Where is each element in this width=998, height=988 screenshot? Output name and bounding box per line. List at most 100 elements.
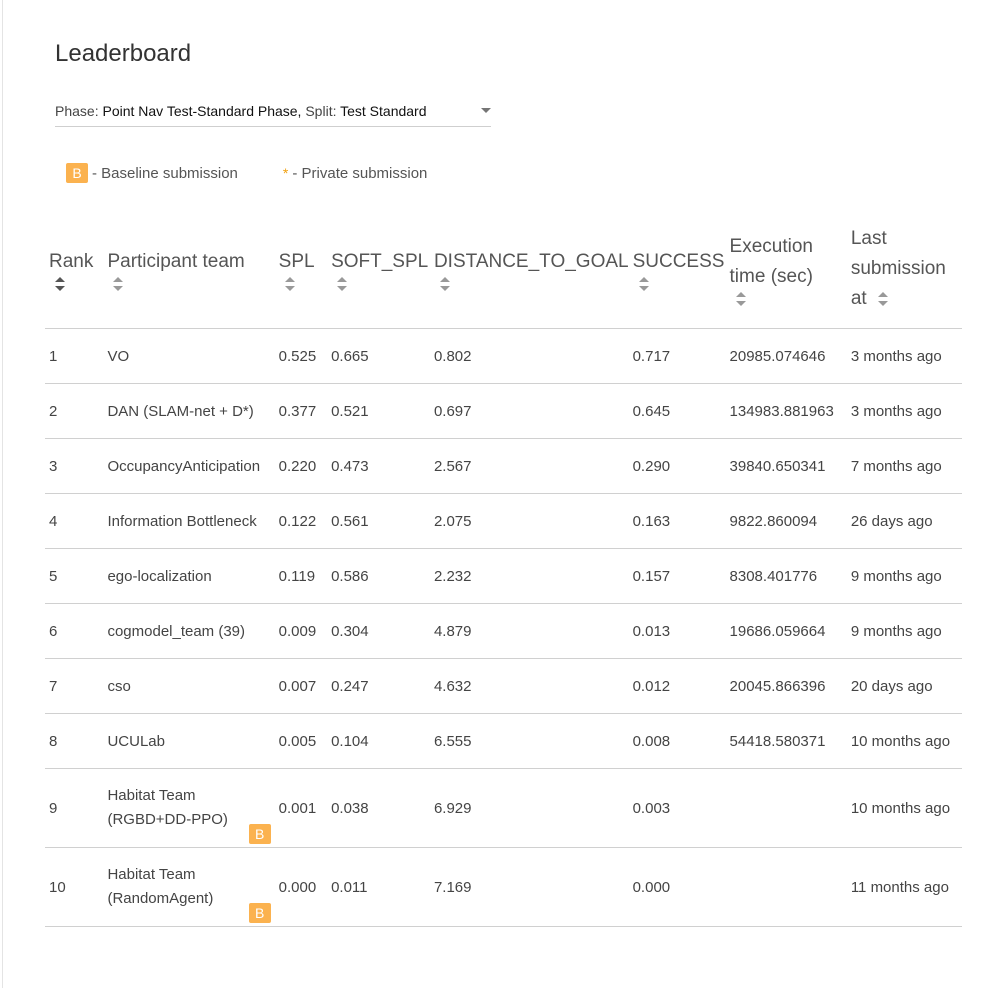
table-row: 6 cogmodel_team (39) 0.009 0.304 4.879 0…	[45, 603, 962, 659]
exec-time-cell: 8308.401776	[725, 548, 847, 604]
spl-cell: 0.007	[274, 658, 328, 714]
rank-cell: 5	[45, 548, 104, 604]
team-cell: Habitat Team (RGBD+DD-PPO) B	[103, 768, 275, 848]
rank-cell: 7	[45, 658, 104, 714]
baseline-legend-text: - Baseline submission	[92, 164, 238, 182]
exec-header-line2: time (sec)	[729, 266, 813, 287]
phase-split-select[interactable]: Phase: Point Nav Test-Standard Phase, Sp…	[55, 98, 491, 127]
success-cell: 0.013	[628, 603, 726, 659]
baseline-badge-icon: B	[248, 824, 271, 844]
baseline-badge-icon: B	[66, 163, 88, 183]
distance-cell: 2.567	[429, 438, 629, 494]
baseline-badge-icon: B	[248, 903, 271, 923]
spl-cell: 0.009	[274, 603, 328, 659]
team-name-line2: (RandomAgent)	[107, 890, 214, 907]
distance-header-label: DISTANCE_TO_GOAL	[433, 251, 629, 272]
table-row: 1 VO 0.525 0.665 0.802 0.717 20985.07464…	[45, 328, 962, 384]
page-frame: Leaderboard Phase: Point Nav Test-Standa…	[2, 0, 997, 988]
exec-time-cell: 19686.059664	[725, 603, 847, 659]
spl-cell: 0.377	[274, 383, 328, 439]
column-header-team[interactable]: Participant team	[103, 210, 275, 329]
exec-time-cell	[725, 768, 847, 848]
submission-legend: B - Baseline submission * - Private subm…	[66, 163, 427, 183]
column-header-soft-spl[interactable]: SOFT_SPL	[327, 210, 430, 329]
spl-cell: 0.119	[274, 548, 328, 604]
last-submission-cell: 11 months ago	[846, 847, 962, 927]
column-header-success[interactable]: SUCCESS	[628, 210, 726, 329]
rank-cell: 10	[45, 847, 104, 927]
rank-cell: 3	[45, 438, 104, 494]
soft-spl-cell: 0.038	[327, 768, 430, 848]
sort-icon-spl[interactable]	[284, 277, 295, 291]
sort-icon-rank[interactable]	[55, 277, 65, 291]
spl-cell: 0.001	[274, 768, 328, 848]
soft-spl-cell: 0.247	[327, 658, 430, 714]
distance-cell: 0.697	[429, 383, 629, 439]
last-submission-cell: 9 months ago	[846, 548, 962, 604]
success-cell: 0.717	[628, 328, 726, 384]
last-submission-cell: 3 months ago	[846, 383, 962, 439]
success-cell: 0.163	[628, 493, 726, 549]
team-cell: cogmodel_team (39)	[103, 603, 275, 659]
team-cell: VO	[103, 328, 275, 384]
success-cell: 0.012	[628, 658, 726, 714]
team-cell: ego-localization	[103, 548, 275, 604]
distance-cell: 4.632	[429, 658, 629, 714]
distance-cell: 4.879	[429, 603, 629, 659]
sort-icon-soft-spl[interactable]	[337, 277, 348, 291]
soft-spl-cell: 0.665	[327, 328, 430, 384]
spl-cell: 0.220	[274, 438, 328, 494]
team-cell: Habitat Team (RandomAgent) B	[103, 847, 275, 927]
team-cell: cso	[103, 658, 275, 714]
exec-header-line1: Execution	[729, 236, 813, 257]
leaderboard-table: Rank Participant team SPL SOFT_SPL DISTA…	[45, 210, 962, 927]
success-cell: 0.000	[628, 847, 726, 927]
team-name-line1: Habitat Team	[107, 866, 196, 883]
split-value: Test Standard	[340, 103, 427, 119]
soft-spl-cell: 0.586	[327, 548, 430, 604]
exec-time-cell: 54418.580371	[725, 713, 847, 769]
rank-header-label: Rank	[49, 251, 94, 272]
column-header-spl[interactable]: SPL	[274, 210, 328, 329]
column-header-exec-time[interactable]: Execution time (sec)	[725, 210, 847, 329]
team-cell-content: Habitat Team (RGBD+DD-PPO) B	[107, 784, 274, 844]
page-title: Leaderboard	[55, 40, 192, 67]
team-cell: OccupancyAnticipation	[103, 438, 275, 494]
table-row: 5 ego-localization 0.119 0.586 2.232 0.1…	[45, 548, 962, 604]
column-header-distance[interactable]: DISTANCE_TO_GOAL	[429, 210, 629, 329]
last-submission-cell: 3 months ago	[846, 328, 962, 384]
table-header-row: Rank Participant team SPL SOFT_SPL DISTA…	[45, 210, 962, 329]
table-row: 9 Habitat Team (RGBD+DD-PPO) B 0.001 0.0…	[45, 768, 962, 848]
phase-label: Phase:	[55, 103, 99, 119]
last-submission-cell: 9 months ago	[846, 603, 962, 659]
private-star-icon: *	[282, 165, 289, 181]
exec-time-cell: 39840.650341	[725, 438, 847, 494]
spl-cell: 0.122	[274, 493, 328, 549]
team-header-label: Participant team	[107, 251, 245, 272]
sort-icon-exec-time[interactable]	[735, 292, 746, 306]
team-cell: Information Bottleneck	[103, 493, 275, 549]
distance-cell: 6.929	[429, 768, 629, 848]
spl-cell: 0.005	[274, 713, 328, 769]
rank-cell: 6	[45, 603, 104, 659]
table-row: 3 OccupancyAnticipation 0.220 0.473 2.56…	[45, 438, 962, 494]
sort-icon-last-submission[interactable]	[877, 291, 888, 306]
soft-spl-cell: 0.304	[327, 603, 430, 659]
distance-cell: 7.169	[429, 847, 629, 927]
exec-time-cell: 20985.074646	[725, 328, 847, 384]
last-header-line1: Last	[850, 228, 887, 249]
column-header-rank[interactable]: Rank	[45, 210, 104, 329]
column-header-last-submission[interactable]: Last submission at	[846, 210, 962, 329]
soft-spl-header-label: SOFT_SPL	[331, 251, 429, 272]
sort-icon-team[interactable]	[113, 277, 124, 291]
sort-icon-distance[interactable]	[439, 277, 450, 291]
sort-icon-success[interactable]	[638, 277, 649, 291]
last-header-line2: submission	[850, 258, 946, 279]
spl-cell: 0.525	[274, 328, 328, 384]
table-row: 2 DAN (SLAM-net + D*) 0.377 0.521 0.697 …	[45, 383, 962, 439]
distance-cell: 2.075	[429, 493, 629, 549]
last-submission-cell: 7 months ago	[846, 438, 962, 494]
team-cell: DAN (SLAM-net + D*)	[103, 383, 275, 439]
split-label: Split:	[305, 103, 337, 119]
rank-cell: 9	[45, 768, 104, 848]
